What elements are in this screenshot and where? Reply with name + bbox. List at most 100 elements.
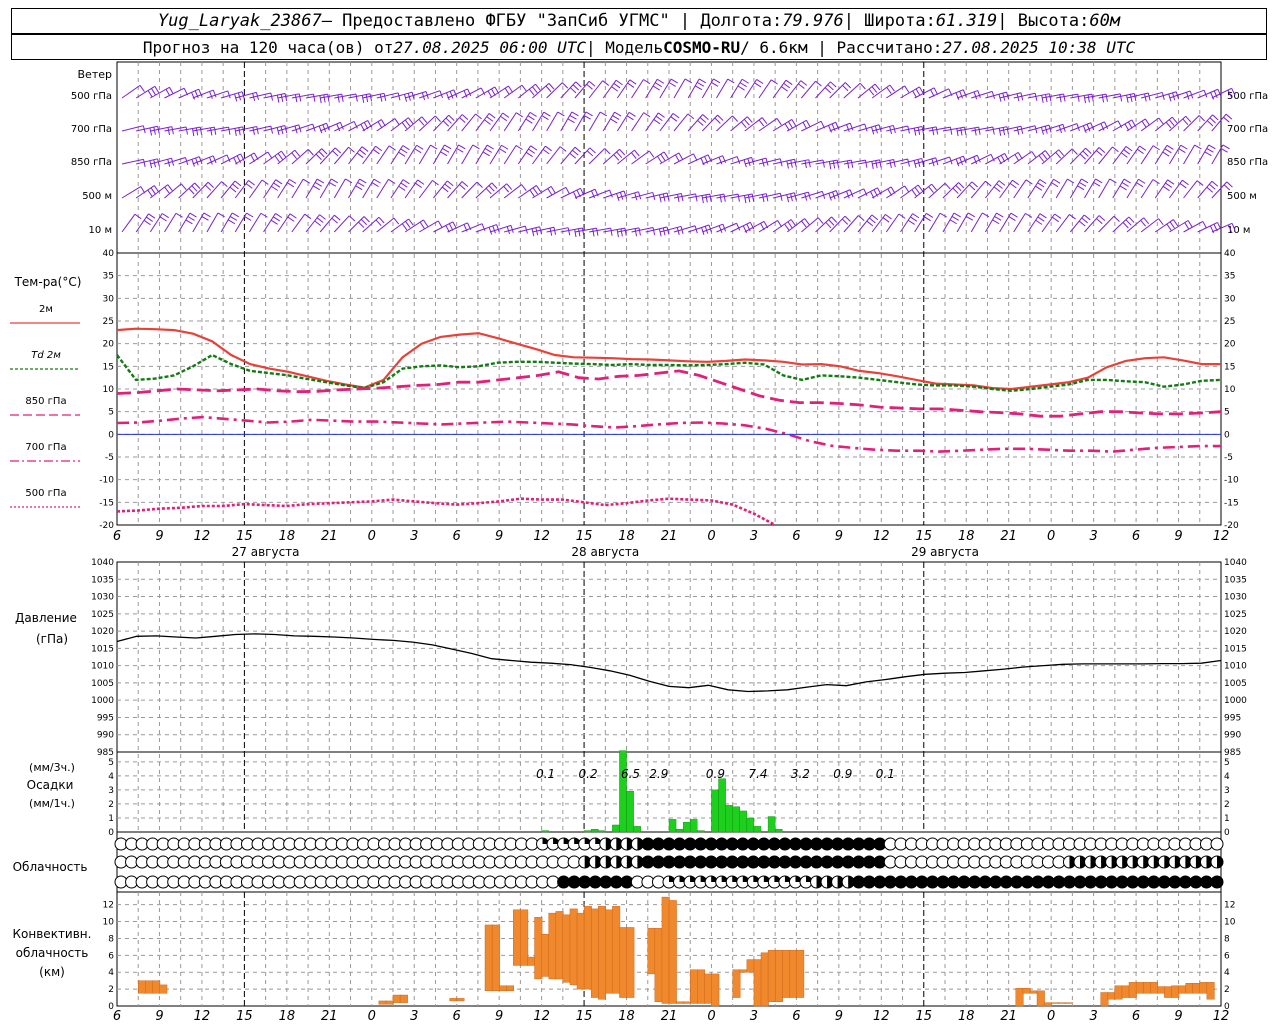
precip-tick-left: 1: [108, 814, 114, 824]
wind-level-label: 500 м: [1227, 191, 1257, 202]
pressure-title: Давление: [15, 611, 77, 625]
wind-title: Ветер: [78, 68, 112, 81]
temp-tick-right: 0: [1224, 430, 1230, 440]
pressure-tick-right: 985: [1224, 748, 1241, 758]
convective-bar: [782, 950, 791, 998]
conv-tick-right: 8: [1224, 934, 1230, 944]
pressure-tick-right: 1035: [1224, 575, 1247, 585]
wind-level-label: 10 м: [89, 225, 112, 236]
temp-tick-left: 35: [103, 272, 114, 282]
precip-sum-label: 0.9: [833, 767, 852, 781]
convective-bar: [1121, 985, 1130, 998]
convective-bar: [1114, 985, 1123, 1000]
convective-bar: [534, 917, 543, 980]
convective-bar: [1065, 1002, 1074, 1004]
temperature-panel: Тем-ра(°C) 2мTd 2м850 гПа700 гПа500 гПа …: [10, 249, 1239, 531]
time-tick: 21: [1000, 1009, 1017, 1024]
precip-tick-left: 0: [108, 828, 114, 838]
wind-barb: [900, 126, 925, 136]
convective-bar: [513, 909, 522, 966]
wind-barb: [178, 212, 197, 233]
precip-sum-label: 6.5: [621, 767, 640, 781]
temp-tick-left: 0: [108, 430, 114, 440]
convective-bar: [1178, 985, 1187, 994]
temp-legend: 2м Td 2м 850 гПа 700 гПа 500 гПа: [10, 304, 80, 508]
wind-barb: [645, 151, 669, 165]
convective-bar: [456, 998, 465, 1002]
convective-bar: [449, 998, 458, 1002]
conv-label-2: облачность: [16, 946, 89, 960]
precip-bar: [725, 805, 733, 833]
wind-level-label: 700 гПа: [71, 124, 112, 135]
wind-barb: [475, 182, 498, 199]
convective-bar: [1185, 983, 1194, 994]
convective-bar: [1164, 986, 1173, 998]
date-label: 27 августа: [232, 545, 300, 559]
time-tick: 21: [321, 1009, 338, 1024]
wind-barb: [135, 85, 160, 99]
meteogram: Ветер 500 гПа700 гПа850 гПа500 м10 м 500…: [10, 61, 1268, 1024]
convective-bar: [138, 980, 147, 994]
pressure-tick-right: 1025: [1224, 610, 1247, 620]
convective-bar: [1100, 992, 1109, 1007]
wind-barb: [772, 118, 797, 132]
wind-barb: [1027, 93, 1052, 103]
precip-tick-left: 2: [108, 800, 114, 810]
convective-bar: [697, 969, 706, 1004]
convective-bar: [1142, 982, 1151, 994]
convective-bar: [753, 959, 762, 1007]
wind-barb: [362, 216, 385, 233]
temp-tick-left: 20: [103, 340, 115, 350]
temp-tick-left: -5: [105, 453, 114, 463]
pressure-tick-left: 1035: [91, 575, 114, 585]
pressure-tick-right: 1030: [1224, 593, 1247, 603]
cloud-cover-icons: [114, 837, 1224, 889]
date-label: 29 августа: [911, 545, 979, 559]
time-tick: 9: [835, 1009, 843, 1024]
convective-bar: [1043, 1002, 1052, 1007]
convective-bar: [796, 950, 805, 998]
conv-tick-right: 12: [1224, 901, 1235, 911]
time-tick: 3: [410, 529, 418, 544]
temp-legend-label: 850 гПа: [25, 396, 66, 407]
wind-barb: [645, 192, 670, 203]
time-tick: 3: [1089, 529, 1097, 544]
convective-bar: [569, 908, 578, 986]
conv-tick-right: 2: [1224, 985, 1230, 995]
convective-bar: [774, 950, 783, 1002]
convective-bar: [1171, 985, 1180, 998]
precip-bar: [612, 824, 620, 833]
temp-tick-right: 10: [1224, 385, 1236, 395]
precip-sum-label: 0.1: [536, 767, 555, 781]
wind-barb: [716, 115, 739, 132]
pressure-tick-left: 1020: [91, 627, 114, 637]
precip-label-3h: (мм/3ч.): [29, 761, 75, 774]
precip-bar: [619, 750, 627, 833]
convective-bar: [675, 1001, 684, 1004]
time-tick: 9: [835, 529, 843, 544]
time-tick: 18: [618, 1009, 635, 1024]
convective-bar: [598, 906, 607, 1000]
temp-tick-left: 25: [103, 317, 114, 327]
time-tick: 12: [873, 529, 890, 544]
temp-tick-right: 35: [1224, 272, 1235, 282]
time-tick: 0: [1047, 529, 1055, 544]
precip-sum-label: 3.2: [791, 767, 810, 781]
precip-bar: [541, 830, 549, 833]
pressure-tick-right: 995: [1224, 713, 1241, 723]
cloud-panel: Облачность: [13, 837, 1224, 889]
time-tick: 9: [155, 529, 163, 544]
temp-tick-right: 25: [1224, 317, 1235, 327]
temp-legend-label: Td 2м: [31, 350, 61, 361]
time-tick: 6: [453, 529, 461, 544]
convective-bar: [520, 909, 529, 966]
convective-bar: [612, 906, 621, 994]
temp-tick-right: -5: [1224, 453, 1233, 463]
time-tick: 6: [453, 1009, 461, 1024]
convective-bar: [385, 1000, 394, 1005]
convective-bar: [654, 928, 663, 1002]
precip-bar: [732, 806, 740, 833]
wind-barb: [942, 89, 967, 101]
wind-barb: [815, 121, 840, 133]
time-tick: 6: [1132, 1009, 1140, 1024]
